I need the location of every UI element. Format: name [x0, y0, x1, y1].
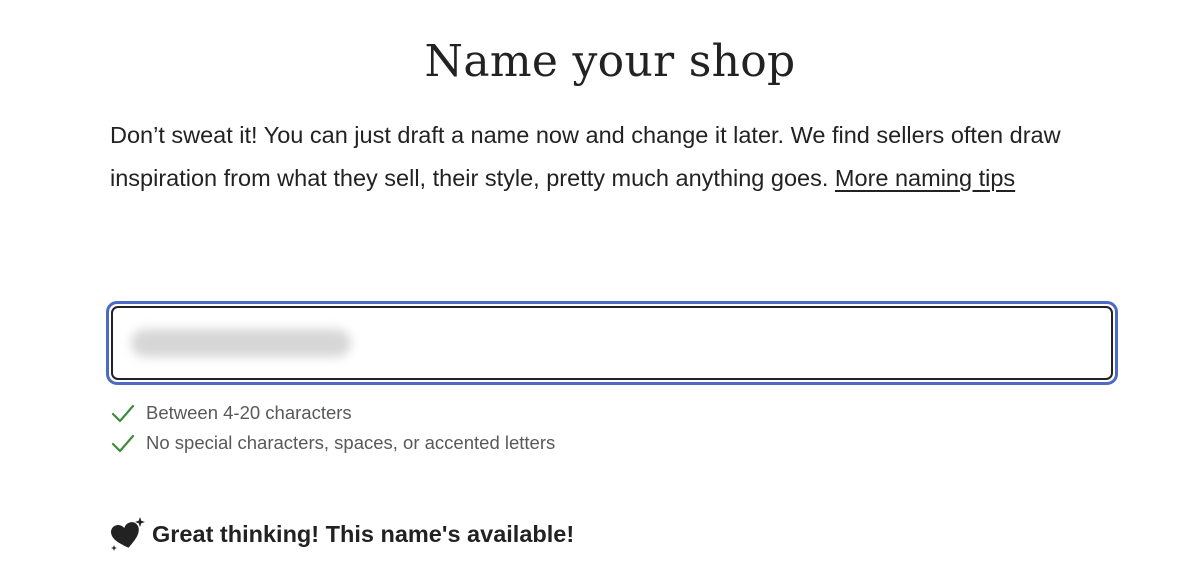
intro-text: Don’t sweat it! You can just draft a nam…	[110, 114, 1110, 199]
page-title: Name your shop	[424, 36, 796, 87]
name-rules-list: Between 4-20 characters No special chara…	[110, 398, 555, 458]
availability-status: Great thinking! This name's available!	[110, 516, 574, 552]
check-icon	[111, 404, 135, 423]
check-icon	[111, 434, 135, 453]
rule-label: No special characters, spaces, or accent…	[146, 432, 556, 453]
availability-message: Great thinking! This name's available!	[152, 520, 575, 547]
rule-item: No special characters, spaces, or accent…	[110, 428, 555, 458]
rule-item: Between 4-20 characters	[110, 398, 555, 428]
shop-name-field	[111, 306, 1113, 380]
shop-name-field-focus-ring	[106, 301, 1118, 385]
shop-name-input[interactable]	[113, 308, 1111, 378]
more-naming-tips-link[interactable]: More naming tips	[835, 165, 1015, 191]
rule-label: Between 4-20 characters	[146, 402, 352, 423]
sparkle-heart-icon	[110, 517, 145, 551]
